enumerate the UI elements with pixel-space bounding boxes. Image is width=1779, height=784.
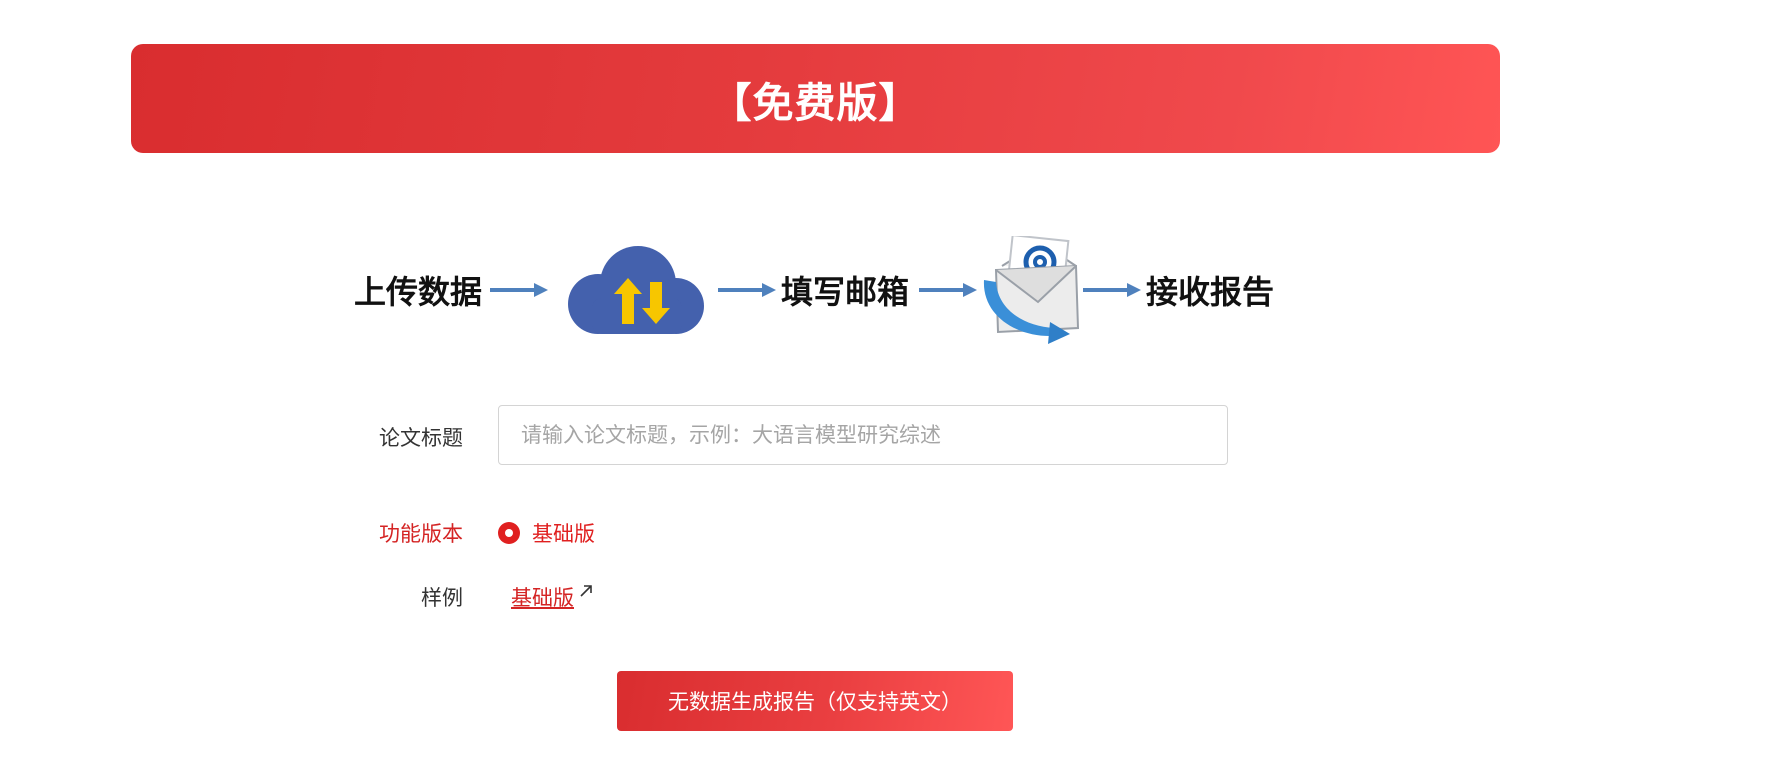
version-label: 功能版本 bbox=[379, 522, 463, 546]
flow-step-upload: 上传数据 bbox=[354, 273, 483, 311]
sample-link-basic[interactable]: 基础版 bbox=[511, 582, 574, 612]
paper-title-label: 论文标题 bbox=[379, 426, 463, 450]
radio-selected-icon bbox=[498, 522, 520, 544]
version-radio-basic[interactable]: 基础版 bbox=[498, 518, 595, 548]
version-banner: 【免费版】 bbox=[131, 44, 1500, 153]
external-link-icon[interactable] bbox=[578, 583, 594, 599]
flow-step-receive: 接收报告 bbox=[1146, 273, 1275, 311]
generate-report-button[interactable]: 无数据生成报告（仅支持英文） bbox=[617, 671, 1013, 731]
sample-label: 样例 bbox=[421, 586, 463, 610]
flow-arrow-icon bbox=[718, 283, 776, 297]
version-option-label: 基础版 bbox=[532, 522, 595, 546]
flow-step-email: 填写邮箱 bbox=[781, 273, 910, 311]
banner-title: 【免费版】 bbox=[710, 78, 921, 127]
flow-arrow-icon bbox=[919, 283, 977, 297]
cloud-upload-download-icon bbox=[568, 246, 704, 334]
flow-arrow-icon bbox=[1083, 283, 1141, 297]
email-envelope-icon bbox=[983, 236, 1080, 344]
process-flow: 上传数据 填写邮箱 接收报告 bbox=[0, 230, 1779, 360]
flow-arrow-icon bbox=[490, 283, 548, 297]
paper-title-input[interactable] bbox=[498, 405, 1228, 465]
